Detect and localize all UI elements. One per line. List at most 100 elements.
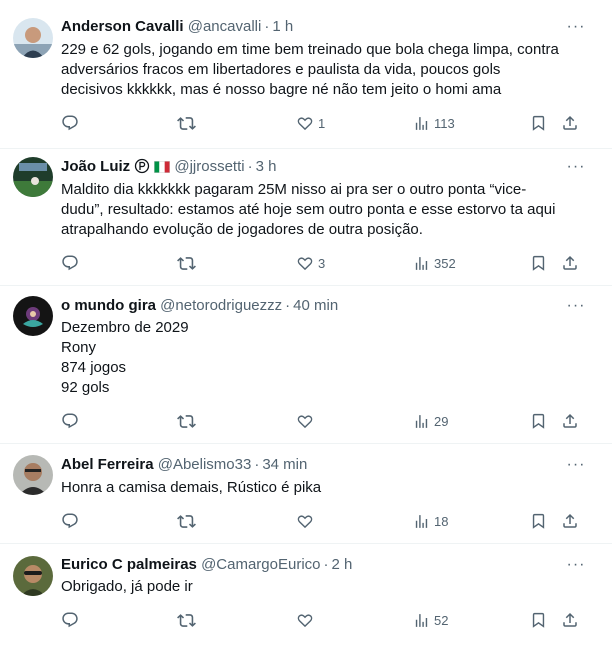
reply-button[interactable]: [61, 610, 79, 630]
tweet-text-line: Maldito dia kkkkkkk pagaram 25M nisso ai…: [61, 181, 527, 198]
avatar[interactable]: [13, 18, 53, 58]
action-bar: 18: [0, 511, 612, 531]
display-name[interactable]: Eurico C palmeiras: [61, 556, 197, 573]
bookmark-button[interactable]: [530, 411, 547, 431]
tweet[interactable]: Abel Ferreira @Abelismo33 · 34 min ··· Hon…: [0, 444, 612, 543]
tweet[interactable]: Eurico C palmeiras @CamargoEurico · 2 h ··…: [0, 544, 612, 647]
reply-button[interactable]: [61, 511, 79, 531]
view-count: 29: [434, 413, 449, 429]
retweet-button[interactable]: [177, 610, 196, 630]
bookmark-button[interactable]: [530, 253, 547, 273]
reply-icon: [62, 413, 78, 429]
timestamp[interactable]: 34 min: [262, 456, 307, 473]
action-bar: 29: [0, 411, 612, 431]
avatar[interactable]: [13, 556, 53, 596]
reply-icon: [62, 115, 78, 131]
display-name[interactable]: Abel Ferreira: [61, 456, 154, 473]
display-name[interactable]: o mundo gira: [61, 297, 156, 314]
retweet-button[interactable]: [177, 253, 196, 273]
tweet-text-line: dudu”, resultado: estamos até hoje sem o…: [61, 201, 556, 218]
views-button[interactable]: 52: [413, 610, 448, 630]
tweet-text-line: 874 jogos: [61, 359, 127, 376]
timestamp[interactable]: 40 min: [293, 297, 338, 314]
tweet-text: Dezembro de 2029 Rony 874 jogos 92 gols: [61, 318, 591, 398]
user-handle[interactable]: @CamargoEurico: [201, 556, 320, 573]
reply-icon: [62, 612, 78, 628]
like-button[interactable]: [296, 411, 314, 431]
retweet-icon: [177, 514, 196, 528]
like-button[interactable]: 1: [296, 113, 325, 133]
display-name[interactable]: João Luiz: [61, 158, 130, 175]
avatar[interactable]: [13, 157, 53, 197]
reply-icon: [62, 513, 78, 529]
separator-dot: ·: [323, 556, 329, 573]
user-handle[interactable]: @netorodriguezzz: [160, 297, 282, 314]
reply-button[interactable]: [61, 113, 79, 133]
timestamp[interactable]: 2 h: [332, 556, 353, 573]
retweet-button[interactable]: [177, 113, 196, 133]
share-icon: [563, 513, 577, 528]
timestamp[interactable]: 1 h: [272, 18, 293, 35]
tweet-text: Honra a camisa demais, Rústico é pika: [61, 478, 591, 498]
like-count: 3: [318, 255, 326, 271]
views-button[interactable]: 18: [413, 511, 448, 531]
display-name[interactable]: Anderson Cavalli: [61, 18, 184, 35]
tweet-text-line: Obrigado, já pode ir: [61, 578, 193, 595]
tweet-header: o mundo gira @netorodriguezzz · 40 min: [61, 296, 338, 316]
user-handle[interactable]: @jjrossetti: [174, 158, 244, 175]
share-icon: [563, 115, 577, 130]
separator-dot: ·: [264, 18, 270, 35]
tweet[interactable]: o mundo gira @netorodriguezzz · 40 min ···…: [0, 286, 612, 443]
bookmark-icon: [532, 513, 545, 529]
like-button[interactable]: [296, 511, 314, 531]
views-icon: [415, 116, 428, 130]
views-button[interactable]: 113: [413, 113, 455, 133]
share-icon: [563, 255, 577, 270]
tweet-text-line: 229 e 62 gols, jogando em time bem trein…: [61, 41, 559, 58]
like-icon: [297, 515, 313, 529]
views-icon: [415, 613, 428, 627]
user-handle[interactable]: @Abelismo33: [158, 456, 252, 473]
bookmark-icon: [532, 115, 545, 131]
bookmark-button[interactable]: [530, 113, 547, 133]
views-button[interactable]: 29: [413, 411, 448, 431]
like-button[interactable]: [296, 610, 314, 630]
separator-dot: ·: [247, 158, 253, 175]
views-icon: [415, 414, 428, 428]
share-button[interactable]: [561, 610, 579, 630]
bookmark-button[interactable]: [530, 511, 547, 531]
like-button[interactable]: 3: [296, 253, 325, 273]
like-icon: [297, 117, 313, 131]
tweet-header: Abel Ferreira @Abelismo33 · 34 min: [61, 455, 307, 475]
view-count: 352: [434, 255, 456, 271]
retweet-button[interactable]: [177, 511, 196, 531]
share-button[interactable]: [561, 411, 579, 431]
views-button[interactable]: 352: [413, 253, 456, 273]
more-icon[interactable]: ···: [564, 159, 588, 180]
more-icon[interactable]: ···: [564, 298, 588, 319]
tweet[interactable]: João Luiz @jjrossetti · 3 h ··· Maldito di…: [0, 149, 612, 285]
timestamp[interactable]: 3 h: [256, 158, 277, 175]
share-button[interactable]: [561, 113, 579, 133]
more-icon[interactable]: ···: [564, 19, 588, 40]
views-icon: [415, 514, 428, 528]
user-handle[interactable]: @ancavalli: [188, 18, 262, 35]
avatar[interactable]: [13, 455, 53, 495]
share-button[interactable]: [561, 511, 579, 531]
reply-button[interactable]: [61, 253, 79, 273]
avatar[interactable]: [13, 296, 53, 336]
tweet-text: Maldito dia kkkkkkk pagaram 25M nisso ai…: [61, 180, 591, 240]
bookmark-button[interactable]: [530, 610, 547, 630]
action-bar: 1 113: [0, 113, 612, 133]
reply-button[interactable]: [61, 411, 79, 431]
more-icon[interactable]: ···: [564, 557, 588, 578]
views-icon: [415, 256, 428, 270]
share-button[interactable]: [561, 253, 579, 273]
retweet-icon: [177, 613, 196, 627]
retweet-button[interactable]: [177, 411, 196, 431]
tweet[interactable]: Anderson Cavalli @ancavalli · 1 h ··· 229 …: [0, 0, 612, 148]
share-icon: [563, 612, 577, 627]
tweet-text-line: decisivos kkkkkk, mas é nosso bagre né n…: [61, 81, 502, 98]
more-icon[interactable]: ···: [564, 457, 588, 478]
like-icon: [297, 614, 313, 628]
